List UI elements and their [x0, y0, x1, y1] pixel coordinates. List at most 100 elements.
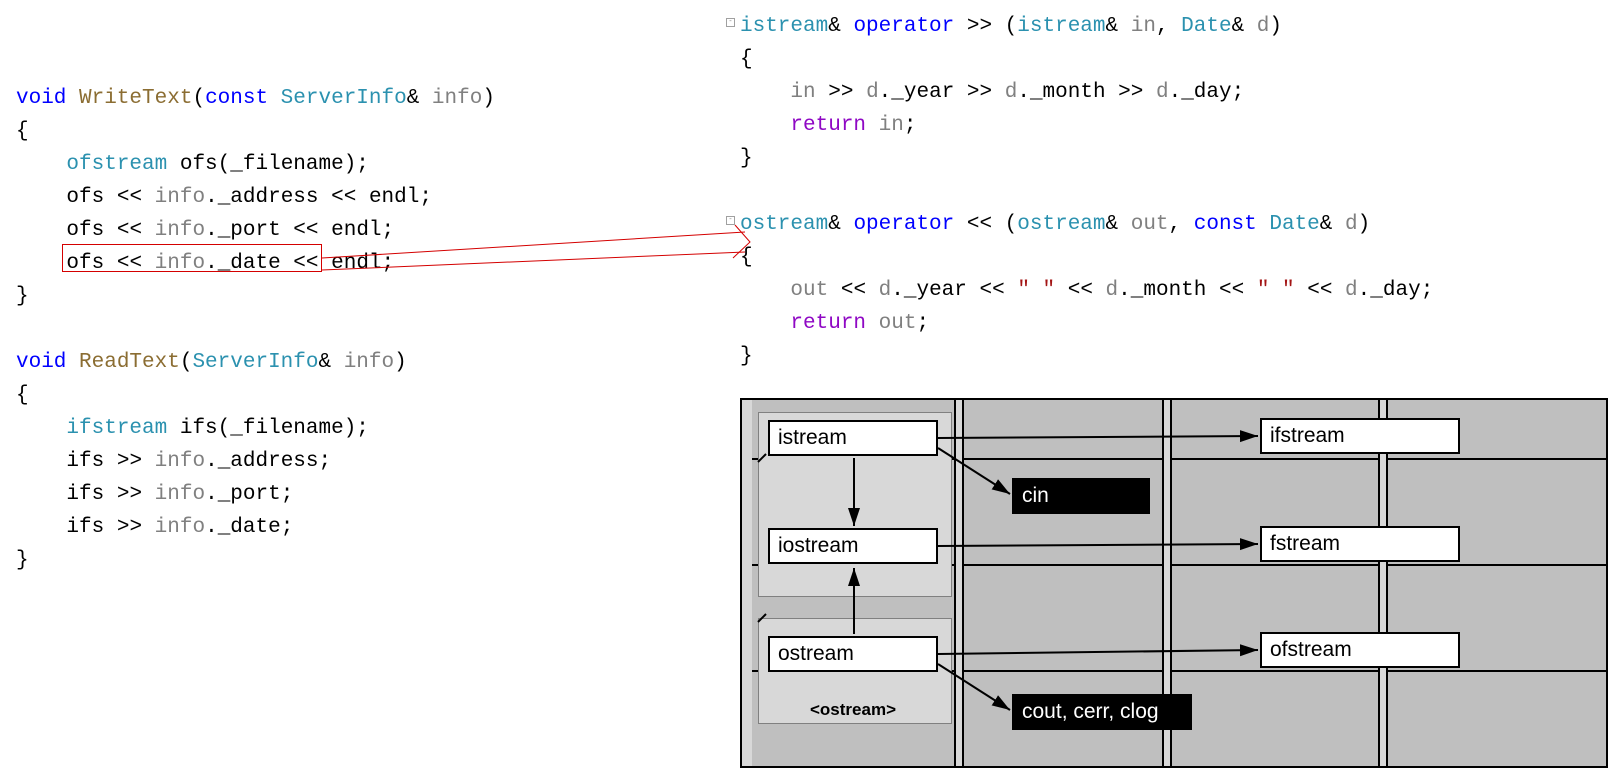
token-indent [740, 279, 790, 302]
token-func: ReadText [66, 351, 179, 374]
token-punct: ); [344, 153, 369, 176]
code-line [16, 313, 716, 346]
code-line [740, 175, 1600, 208]
diagram-node-iostream: iostream [768, 528, 938, 564]
token-keyword: void [16, 351, 66, 374]
token-return: return [790, 114, 866, 137]
token-indent [16, 153, 66, 176]
token-punct: ( [180, 351, 193, 374]
token-type: ofstream [66, 153, 167, 176]
token-brace: { [740, 48, 753, 71]
node-label: ostream [778, 642, 854, 665]
token-type: ostream [1017, 213, 1105, 236]
token-indent [16, 417, 66, 440]
code-line: } [16, 280, 716, 313]
token-op: >> [816, 81, 866, 104]
token-member: _port [218, 483, 281, 506]
token-punct: & [828, 213, 853, 236]
token-punct: ; [281, 483, 294, 506]
token-type: istream [1017, 15, 1105, 38]
token-punct: & [1106, 213, 1131, 236]
token-var: ifs [66, 450, 104, 473]
token-punct: ; [1421, 279, 1434, 302]
diagram-node-cout: cout, cerr, clog [1012, 694, 1192, 730]
fold-marker-icon[interactable]: - [726, 216, 735, 225]
token-op: << [967, 279, 1017, 302]
token-var: info [155, 516, 205, 539]
code-line: } [740, 340, 1600, 373]
token-member: _day [1370, 279, 1420, 302]
token-punct: ; [319, 450, 332, 473]
code-line: in >> d._year >> d._month >> d._day; [740, 76, 1600, 109]
annotation-highlight-box [62, 244, 322, 272]
token-var: in [879, 114, 904, 137]
diagram-node-ostream: ostream [768, 636, 938, 672]
token-var: d [879, 279, 892, 302]
token-brace: } [740, 345, 753, 368]
token-var: d [1106, 279, 1119, 302]
token-return: return [790, 312, 866, 335]
token-op: << [319, 186, 369, 209]
token-op: >> [954, 81, 1004, 104]
token-keyword: operator [853, 15, 954, 38]
node-label: ofstream [1270, 638, 1352, 661]
code-line: istream& operator >> (istream& in, Date&… [740, 10, 1600, 43]
token-op: << [104, 219, 154, 242]
token-punct: ) [482, 87, 495, 110]
token-punct: ( [192, 87, 205, 110]
token-type: Date [1257, 213, 1320, 236]
token-indent [16, 186, 66, 209]
token-member: _address [218, 186, 319, 209]
node-label: ifstream [1270, 424, 1345, 447]
fold-marker-icon[interactable]: - [726, 18, 735, 27]
token-punct: . [891, 279, 904, 302]
token-punct: ; [916, 312, 929, 335]
code-line: { [740, 43, 1600, 76]
token-var: d [1345, 279, 1358, 302]
token-var: info [155, 219, 205, 242]
diagram-node-fstream: fstream [1260, 526, 1460, 562]
token-punct: & [318, 351, 343, 374]
token-punct: . [1118, 279, 1131, 302]
token-member: _month [1030, 81, 1106, 104]
code-line: { [740, 241, 1600, 274]
code-line: ofs << info._address << endl; [16, 181, 716, 214]
code-line: ifstream ifs(_filename); [16, 412, 716, 445]
code-line: ofs << info._port << endl; [16, 214, 716, 247]
diagram-group-label: <ostream> [768, 700, 938, 720]
token-member: _address [218, 450, 319, 473]
token-type: Date [1181, 15, 1231, 38]
token-space [866, 312, 879, 335]
node-label: fstream [1270, 532, 1340, 555]
token-type: istream [740, 15, 828, 38]
token-member: _filename [230, 417, 343, 440]
token-punct: & [1106, 15, 1131, 38]
code-line: ofstream ofs(_filename); [16, 148, 716, 181]
token-op: << [104, 186, 154, 209]
token-op: >> [104, 450, 154, 473]
token-brace: } [16, 549, 29, 572]
code-line: return out; [740, 307, 1600, 340]
token-punct: ) [1269, 15, 1282, 38]
right-code-block: - istream& operator >> (istream& in, Dat… [740, 10, 1600, 373]
token-punct: ) [1358, 213, 1371, 236]
token-var: info [155, 483, 205, 506]
token-op: >> ( [954, 15, 1017, 38]
token-member: _port [218, 219, 281, 242]
left-code-block: void WriteText(const ServerInfo& info) {… [16, 82, 716, 577]
token-brace: } [16, 285, 29, 308]
token-var: info [155, 186, 205, 209]
token-punct: ; [904, 114, 917, 137]
code-line: ifs >> info._port; [16, 478, 716, 511]
token-var: ifs [66, 516, 104, 539]
token-param: d [1345, 213, 1358, 236]
token-member: _date [218, 516, 281, 539]
token-punct: . [205, 219, 218, 242]
token-string: " " [1017, 279, 1055, 302]
node-label: cout, cerr, clog [1022, 700, 1159, 723]
code-line: void ReadText(ServerInfo& info) [16, 346, 716, 379]
token-indent [16, 219, 66, 242]
token-op: << [1055, 279, 1105, 302]
token-var: d [866, 81, 879, 104]
token-member: _filename [230, 153, 343, 176]
